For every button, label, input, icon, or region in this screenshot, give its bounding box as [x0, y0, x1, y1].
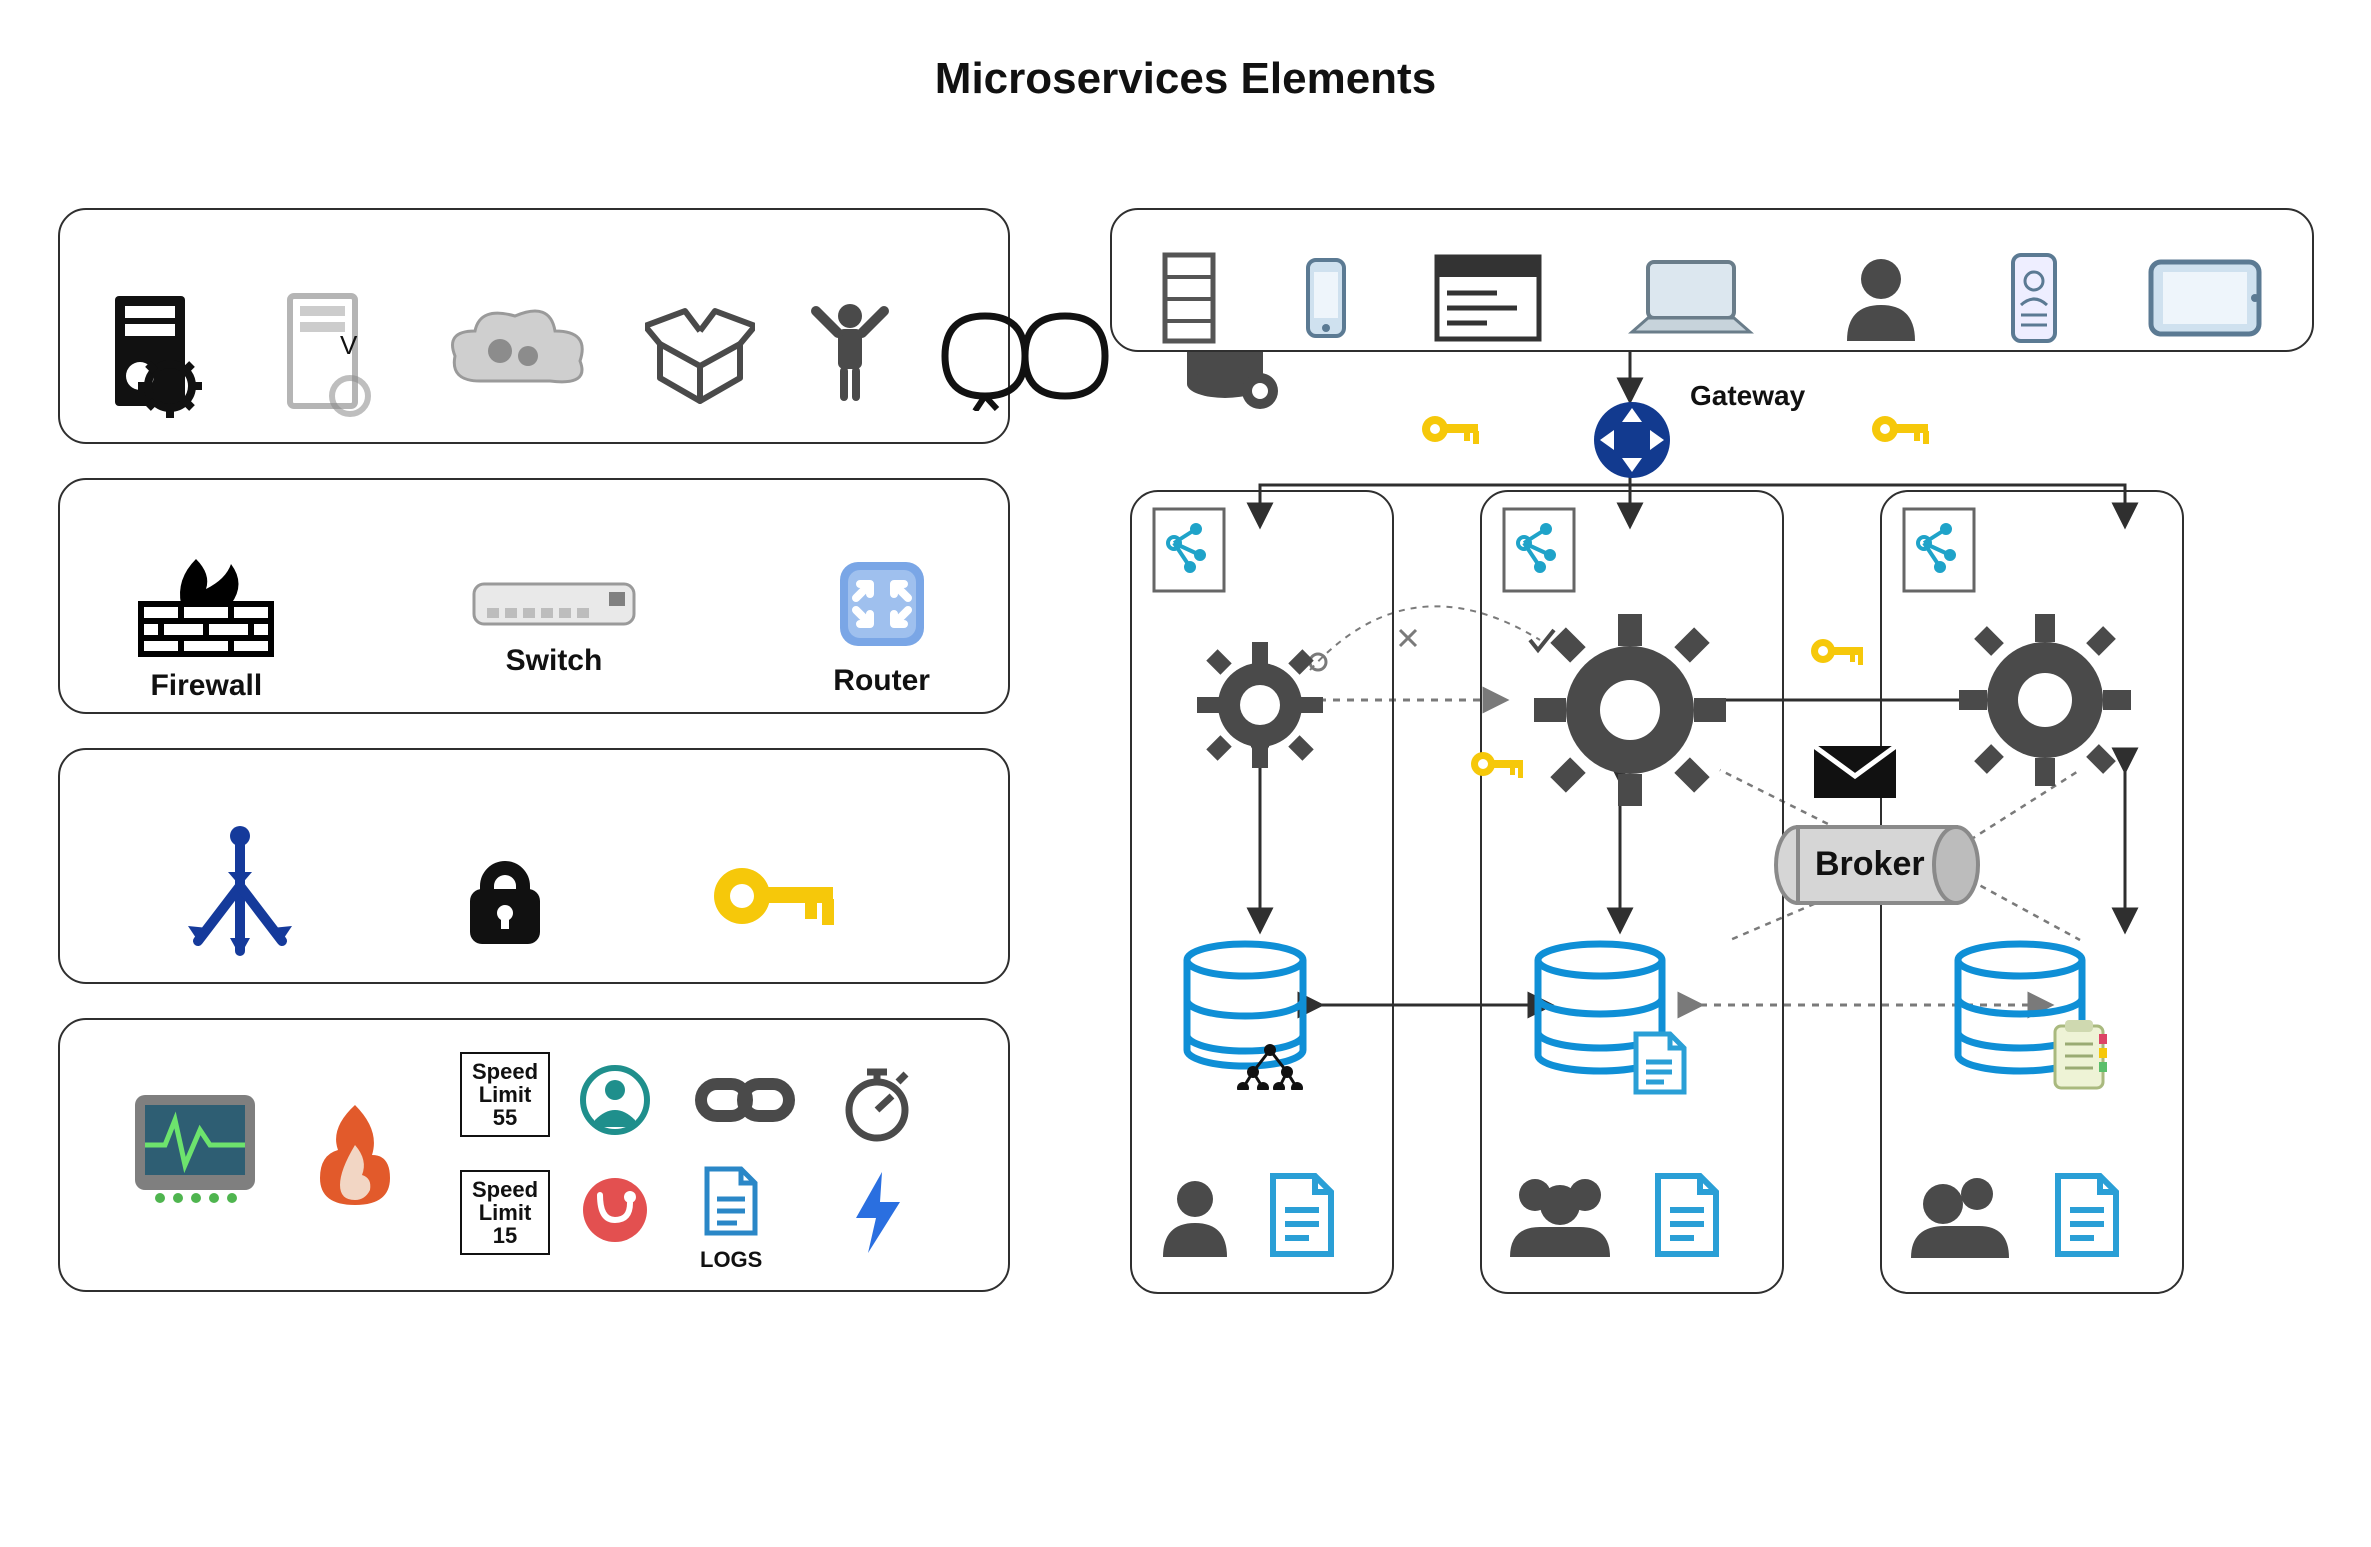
- router-label: Router: [833, 664, 930, 698]
- server-gear-icon: [100, 286, 220, 426]
- envelope-icon: [1810, 740, 1900, 804]
- key-icon: [710, 851, 840, 941]
- user-single-icon: [1155, 1175, 1235, 1260]
- open-box-icon: [645, 306, 755, 406]
- panel-network: Firewall Switch: [58, 478, 1010, 714]
- users-pair-icon: [1905, 1168, 2015, 1260]
- firewall-label: Firewall: [150, 669, 262, 703]
- phone-profile-icon: [2007, 251, 2062, 346]
- key-icon-svc23: [1810, 632, 1866, 670]
- doc-3-icon: [2050, 1170, 2125, 1260]
- cloud-gears-icon: [440, 301, 590, 411]
- panel-clients: [1110, 208, 2314, 352]
- logs-label: LOGS: [700, 1247, 762, 1273]
- svg-text:V: V: [340, 330, 358, 360]
- speed-limit-55: Speed Limit 55: [460, 1052, 550, 1137]
- api-doc-icon-2: [1500, 505, 1578, 595]
- panel-monitoring: Speed Limit 55 Speed Limit 15: [58, 1018, 1010, 1292]
- user-icon: [1839, 253, 1924, 343]
- key-icon-right: [1870, 408, 1932, 450]
- chain-link-icon: [695, 1070, 795, 1130]
- gear-service-2-icon: [1530, 610, 1730, 810]
- virtual-server-icon: V: [275, 286, 385, 426]
- api-doc-icon-1: [1150, 505, 1228, 595]
- server-rack-icon: [1159, 251, 1219, 346]
- laptop-icon: [1626, 256, 1756, 341]
- tablet-icon: [2145, 256, 2265, 341]
- doc-1-icon: [1265, 1170, 1340, 1260]
- database-2-icon: [1525, 940, 1695, 1100]
- users-group-icon-2: [1500, 1165, 1620, 1260]
- gear-service-1-icon: [1195, 640, 1325, 770]
- panel-security: [58, 748, 1010, 984]
- gear-service-3-icon: [1955, 610, 2135, 790]
- router-icon: [832, 554, 932, 654]
- speed-limit-15: Speed Limit 15: [460, 1170, 550, 1255]
- stopwatch-icon: [840, 1062, 915, 1142]
- phone-small-icon: [1302, 256, 1350, 341]
- stethoscope-icon: [580, 1175, 650, 1245]
- key-icon-left: [1420, 408, 1482, 450]
- infinity-icon: [925, 301, 1125, 411]
- page-title: Microservices Elements: [0, 54, 2371, 104]
- browser-window-icon: [1433, 253, 1543, 343]
- lightning-icon: [850, 1170, 905, 1255]
- switch-label: Switch: [506, 644, 603, 678]
- lock-icon: [460, 841, 550, 951]
- database-1-icon: [1175, 940, 1325, 1090]
- person-arms-up-icon: [810, 301, 890, 411]
- flame-icon: [310, 1100, 400, 1210]
- broker-label: Broker: [1815, 845, 1925, 884]
- gateway-node-icon: [1592, 400, 1672, 480]
- service-box-1: [1130, 490, 1394, 1294]
- gateway-label: Gateway: [1690, 380, 1805, 412]
- firewall-icon: [136, 549, 276, 659]
- logs-file-icon: [701, 1165, 761, 1237]
- panel-infra: V: [58, 208, 1010, 444]
- monitor-heartbeat-icon: [130, 1090, 260, 1210]
- api-doc-icon-3: [1900, 505, 1978, 595]
- health-user-icon: [580, 1065, 650, 1135]
- doc-2-icon: [1650, 1170, 1725, 1260]
- database-3-icon: [1945, 940, 2115, 1100]
- load-balancer-icon: [180, 826, 300, 966]
- switch-icon: [469, 574, 639, 634]
- key-icon-mid: [1470, 745, 1526, 783]
